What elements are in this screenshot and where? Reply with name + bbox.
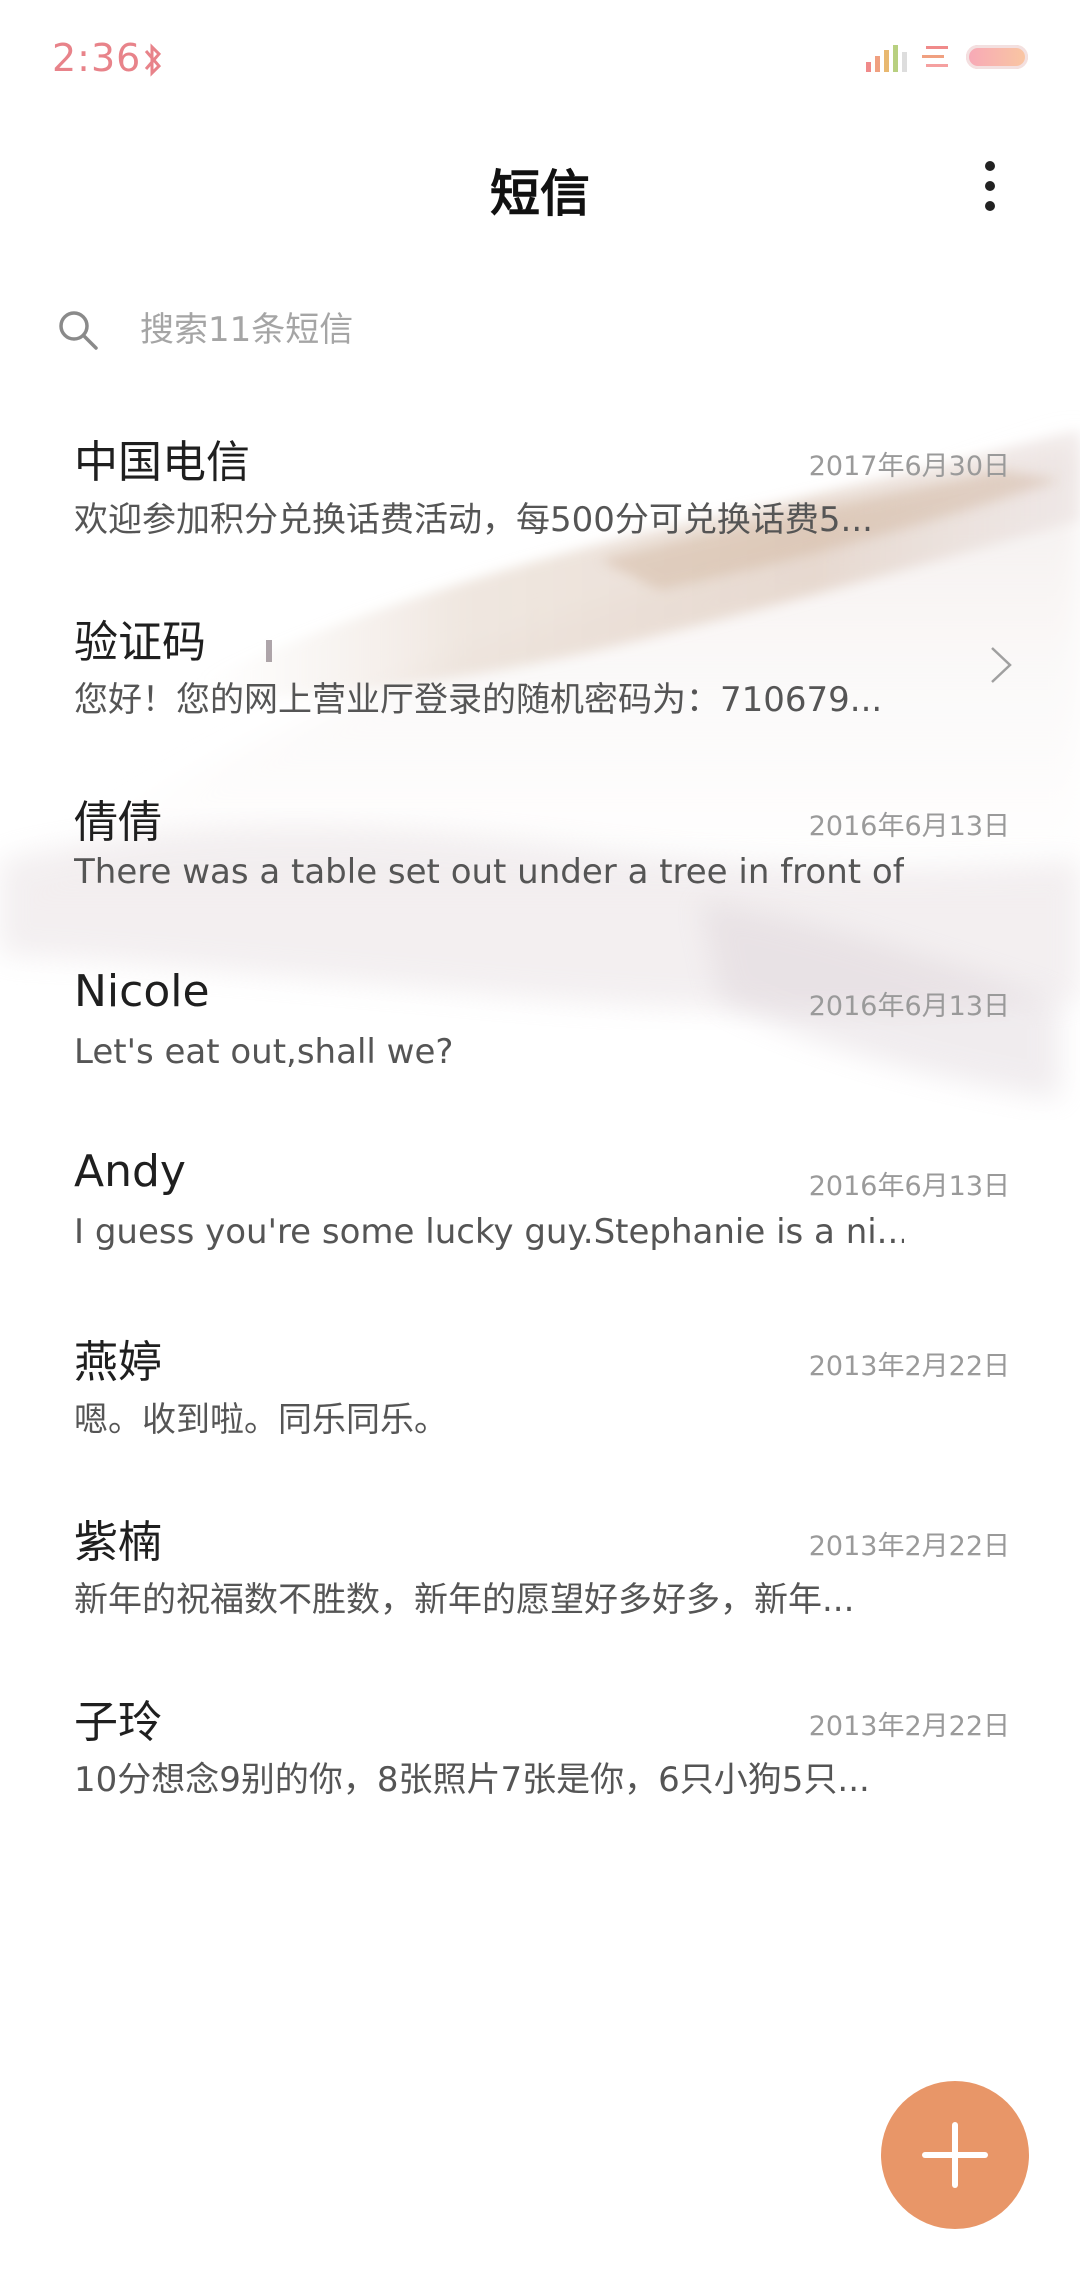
- conversation-date: 2016年6月13日: [808, 1171, 1010, 1202]
- search-icon: [59, 311, 98, 350]
- conversation-item[interactable]: 倩倩 2016年6月13日 There was a table set out …: [0, 770, 1080, 950]
- conversation-date: 2016年6月13日: [808, 991, 1010, 1022]
- conversation-list: 中国电信 2017年6月30日 欢迎参加积分兑换话费活动，每500分可兑换话费5…: [0, 410, 1080, 1850]
- conversation-item[interactable]: Nicole 2016年6月13日 Let's eat out,shall we…: [0, 950, 1080, 1130]
- bluetooth-icon: [144, 43, 162, 77]
- status-bar: 2:36: [0, 0, 1080, 118]
- conversation-item[interactable]: 紫楠 2013年2月22日 新年的祝福数不胜数，新年的愿望好多好多，新年...: [0, 1490, 1080, 1670]
- conversation-name: 紫楠: [74, 1517, 162, 1568]
- conversation-preview: Let's eat out,shall we?: [74, 1032, 454, 1072]
- conversation-preview: 您好！您的网上营业厅登录的随机密码为：710679...: [74, 680, 883, 720]
- app-header: 短信: [0, 140, 1080, 240]
- conversation-item[interactable]: 子玲 2013年2月22日 10分想念9别的你，8张照片7张是你，6只小狗5只.…: [0, 1670, 1080, 1850]
- search-bar[interactable]: [52, 292, 1032, 368]
- conversation-name: 验证码: [74, 617, 206, 668]
- conversation-name: 子玲: [74, 1697, 162, 1748]
- conversation-date: 2016年6月13日: [808, 811, 1010, 842]
- conversation-item[interactable]: 燕婷 2013年2月22日 嗯。收到啦。同乐同乐。: [0, 1310, 1080, 1490]
- more-vertical-icon-dot: [985, 201, 995, 211]
- conversation-date: 2017年6月30日: [808, 451, 1010, 482]
- more-vertical-icon: [985, 161, 995, 171]
- more-vertical-icon-dot: [985, 181, 995, 191]
- conversation-date: 2013年2月22日: [808, 1531, 1010, 1562]
- conversation-preview: 新年的祝福数不胜数，新年的愿望好多好多，新年...: [74, 1580, 855, 1620]
- conversation-date: 2013年2月22日: [808, 1711, 1010, 1742]
- conversation-item[interactable]: 验证码 您好！您的网上营业厅登录的随机密码为：710679...: [0, 590, 1080, 770]
- signal-icon: [866, 45, 907, 72]
- conversation-preview: I guess you're some lucky guy.Stephanie …: [74, 1212, 904, 1252]
- conversation-name: 中国电信: [74, 437, 250, 488]
- data-icon: [922, 46, 948, 67]
- conversation-preview: 嗯。收到啦。同乐同乐。: [74, 1400, 448, 1440]
- compose-button[interactable]: [881, 2081, 1029, 2229]
- conversation-name: 倩倩: [74, 797, 162, 848]
- more-options-button[interactable]: [960, 148, 1020, 224]
- conversation-name: 燕婷: [74, 1337, 162, 1388]
- chevron-right-icon: [991, 647, 1012, 683]
- page-title: 短信: [490, 165, 590, 223]
- conversation-preview: 欢迎参加积分兑换话费活动，每500分可兑换话费5...: [74, 500, 873, 540]
- conversation-preview: 10分想念9别的你，8张照片7张是你，6只小狗5只...: [74, 1760, 870, 1800]
- conversation-name: Nicole: [74, 966, 210, 1017]
- status-time: 2:36: [52, 36, 142, 80]
- plus-icon: [922, 2122, 988, 2188]
- conversation-item[interactable]: 中国电信 2017年6月30日 欢迎参加积分兑换话费活动，每500分可兑换话费5…: [0, 410, 1080, 590]
- conversation-name: Andy: [74, 1146, 186, 1197]
- search-input[interactable]: [140, 292, 1020, 368]
- conversation-preview: There was a table set out under a tree i…: [74, 852, 904, 892]
- conversation-date: 2013年2月22日: [808, 1351, 1010, 1382]
- battery-icon: [966, 45, 1028, 69]
- conversation-item[interactable]: Andy 2016年6月13日 I guess you're some luck…: [0, 1130, 1080, 1310]
